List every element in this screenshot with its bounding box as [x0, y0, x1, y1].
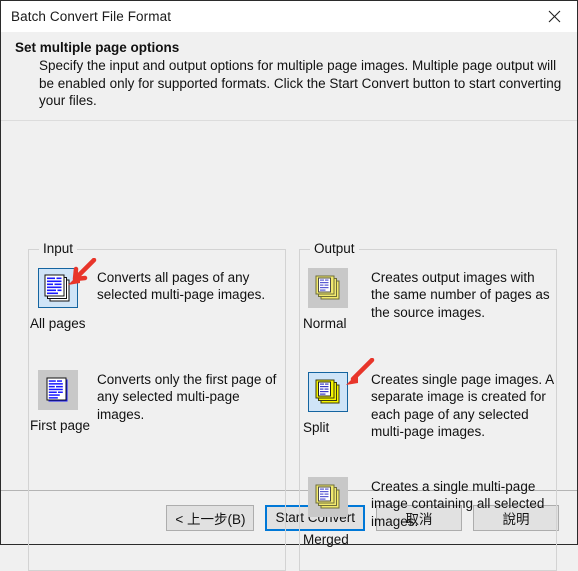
all-pages-description: Converts all pages of any selected multi…	[97, 269, 266, 303]
window-title: Batch Convert File Format	[11, 9, 172, 24]
header-band: Set multiple page options Specify the in…	[1, 32, 577, 121]
merged-description: Creates a single multi-page image contai…	[371, 478, 545, 529]
first-page-button[interactable]	[38, 369, 78, 410]
first-page-icon	[46, 377, 68, 401]
title-bar: Batch Convert File Format	[1, 1, 577, 32]
close-button[interactable]	[532, 1, 577, 32]
normal-label: Normal	[303, 315, 347, 331]
all-pages-label: All pages	[30, 315, 86, 331]
all-pages-icon	[44, 274, 70, 301]
merged-pages-icon	[315, 484, 340, 508]
page-description: Specify the input and output options for…	[39, 58, 562, 108]
page-title: Set multiple page options	[15, 40, 180, 55]
normal-button[interactable]	[308, 267, 348, 308]
close-icon	[548, 10, 561, 23]
merged-button[interactable]	[308, 476, 348, 517]
normal-description: Creates output images with the same numb…	[371, 269, 550, 320]
first-page-label: First page	[30, 417, 91, 433]
input-group-legend: Input	[39, 240, 78, 256]
normal-pages-icon	[315, 275, 340, 299]
split-label: Split	[303, 419, 330, 435]
all-pages-button[interactable]	[38, 267, 78, 308]
first-page-description: Converts only the first page of any sele…	[97, 371, 277, 422]
split-button[interactable]	[308, 371, 348, 412]
merged-label: Merged	[303, 531, 349, 547]
batch-convert-dialog: Batch Convert File Format Set multiple p…	[0, 0, 578, 571]
dialog-body: Input All pages Converts all pages of an…	[1, 120, 577, 571]
output-group-legend: Output	[310, 240, 359, 256]
split-pages-icon	[315, 379, 340, 403]
split-description: Creates single page images. A separate i…	[371, 371, 554, 440]
